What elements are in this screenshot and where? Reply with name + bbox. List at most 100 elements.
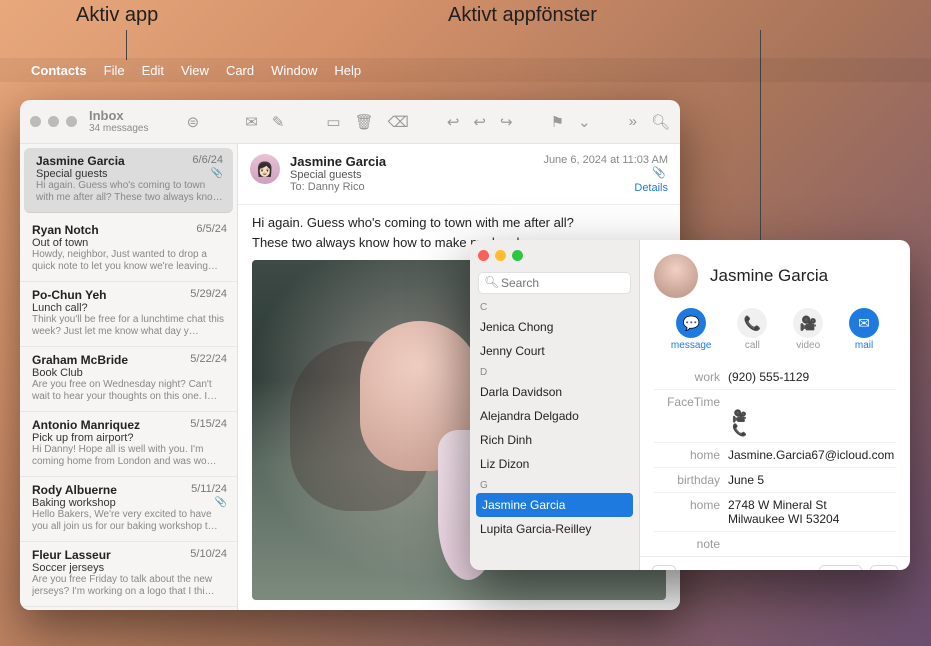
minimize-icon[interactable] bbox=[48, 116, 59, 127]
menubar-item-view[interactable]: View bbox=[181, 63, 209, 78]
msg-subject: Out of town bbox=[32, 237, 88, 249]
edit-button[interactable]: Edit bbox=[819, 565, 862, 570]
msg-date: 6/5/24 bbox=[196, 223, 227, 237]
contacts-list-item[interactable]: Lupita Garcia-Reilley bbox=[470, 517, 639, 541]
msg-preview: Think you'll be free for a lunchtime cha… bbox=[32, 314, 227, 338]
contacts-sidebar: 🔍︎ CJenica ChongJenny CourtDDarla Davids… bbox=[470, 240, 640, 570]
attachment-icon: 📎 bbox=[211, 168, 223, 180]
contacts-list-item[interactable]: Rich Dinh bbox=[470, 428, 639, 452]
menubar-item-file[interactable]: File bbox=[104, 63, 125, 78]
message-list-item[interactable]: Antonio Manriquez 5/15/24 Pick up from air… bbox=[20, 412, 237, 477]
minimize-icon[interactable] bbox=[495, 250, 506, 261]
message-list-item[interactable]: Jasmine Garcia6/6/24Special guests📎Hi ag… bbox=[24, 148, 233, 213]
contacts-list-item[interactable]: Jenica Chong bbox=[470, 315, 639, 339]
field-value-note[interactable] bbox=[728, 537, 896, 551]
mail-traffic-lights bbox=[30, 116, 77, 127]
field-label-home-email: home bbox=[654, 448, 728, 462]
phone-icon: 📞 bbox=[732, 423, 747, 437]
details-link[interactable]: Details bbox=[634, 182, 668, 194]
msg-date: 5/10/24 bbox=[190, 548, 227, 562]
filter-icon[interactable]: ⊜ bbox=[187, 113, 200, 131]
field-label-note: note bbox=[654, 537, 728, 551]
field-value-birthday: June 5 bbox=[728, 473, 896, 487]
mailbox-count: 34 messages bbox=[89, 123, 148, 134]
contact-fields: work (920) 555-1129 FaceTime 🎥 📞 home Ja… bbox=[640, 361, 910, 556]
msg-subject: Lunch call? bbox=[32, 302, 88, 314]
message-to-name: Danny Rico bbox=[308, 181, 365, 193]
compose-icon[interactable]: ✎ bbox=[272, 113, 285, 131]
more-icon[interactable]: » bbox=[629, 113, 637, 130]
action-call[interactable]: 📞 call bbox=[737, 308, 767, 351]
message-list-item[interactable]: Ryan Notch6/5/24Out of townHowdy, neighb… bbox=[20, 217, 237, 282]
zoom-icon[interactable] bbox=[512, 250, 523, 261]
flag-icon[interactable]: ⚑ bbox=[551, 113, 564, 131]
search-input[interactable] bbox=[478, 272, 631, 294]
envelope-icon[interactable]: ✉︎ bbox=[245, 113, 258, 131]
msg-date: 5/22/24 bbox=[190, 353, 227, 367]
msg-sender: Rody Albuerne bbox=[32, 483, 117, 497]
menubar-item-edit[interactable]: Edit bbox=[142, 63, 164, 78]
message-list[interactable]: Jasmine Garcia6/6/24Special guests📎Hi ag… bbox=[20, 144, 238, 610]
contact-detail: Jasmine Garcia 💬 message 📞 call 🎥 video … bbox=[640, 240, 910, 570]
message-list-item[interactable]: Graham McBride5/22/24Book ClubAre you fr… bbox=[20, 347, 237, 412]
menubar: Contacts File Edit View Card Window Help bbox=[0, 58, 931, 82]
field-value-home-address[interactable]: 2748 W Mineral St Milwaukee WI 53204 bbox=[728, 498, 896, 526]
msg-date: 5/15/24 bbox=[190, 418, 227, 432]
field-value-work-phone[interactable]: (920) 555-1129 bbox=[728, 370, 896, 384]
phone-icon: 📞 bbox=[744, 315, 761, 332]
reply-icon[interactable]: ↩︎ bbox=[447, 113, 460, 131]
contacts-list-item[interactable]: Alejandra Delgado bbox=[470, 404, 639, 428]
callout-active-app: Aktiv app bbox=[76, 4, 158, 27]
msg-subject: Soccer jerseys bbox=[32, 562, 104, 574]
menubar-item-window[interactable]: Window bbox=[271, 63, 317, 78]
junk-icon[interactable]: ⌫ bbox=[388, 113, 409, 131]
message-list-item[interactable]: Rody Albuerne5/11/24Baking workshop📎Hell… bbox=[20, 477, 237, 542]
add-button[interactable]: ＋ bbox=[652, 565, 676, 570]
search-icon[interactable]: 🔍︎ bbox=[651, 113, 670, 131]
field-label-work: work bbox=[654, 370, 728, 384]
msg-preview: Hi again. Guess who's coming to town wit… bbox=[36, 180, 223, 204]
contacts-list-item[interactable]: Jenny Court bbox=[470, 339, 639, 363]
trash-icon[interactable]: 🗑 bbox=[355, 113, 374, 131]
share-button[interactable]: ⇪ bbox=[870, 565, 898, 570]
contacts-list-item[interactable]: Jasmine Garcia bbox=[476, 493, 633, 517]
zoom-icon[interactable] bbox=[66, 116, 77, 127]
menubar-app-name[interactable]: Contacts bbox=[31, 63, 87, 78]
msg-sender: Antonio Manriquez bbox=[32, 418, 140, 432]
message-list-item[interactable]: Rigo Rangel5/8/24Fun memories📎 bbox=[20, 607, 237, 610]
action-message[interactable]: 💬 message bbox=[671, 308, 712, 351]
plus-icon: ＋ bbox=[658, 567, 670, 571]
contacts-section-header: G bbox=[470, 476, 639, 493]
reply-all-icon[interactable]: ↩︎ bbox=[473, 113, 486, 131]
contacts-list-item[interactable]: Liz Dizon bbox=[470, 452, 639, 476]
contacts-section-header: C bbox=[470, 298, 639, 315]
close-icon[interactable] bbox=[30, 116, 41, 127]
archive-icon[interactable]: ▭ bbox=[326, 113, 340, 131]
contacts-list-item[interactable]: Darla Davidson bbox=[470, 380, 639, 404]
menubar-item-help[interactable]: Help bbox=[334, 63, 361, 78]
msg-date: 5/11/24 bbox=[191, 483, 227, 497]
close-icon[interactable] bbox=[478, 250, 489, 261]
field-value-home-email[interactable]: Jasmine.Garcia67@icloud.com bbox=[728, 448, 896, 462]
msg-sender: Po-Chun Yeh bbox=[32, 288, 106, 302]
message-from: Jasmine Garcia bbox=[290, 154, 533, 169]
msg-subject: Special guests bbox=[36, 168, 108, 180]
chevron-down-icon[interactable]: ⌄ bbox=[578, 113, 591, 131]
menubar-item-card[interactable]: Card bbox=[226, 63, 254, 78]
msg-subject: Pick up from airport? bbox=[32, 432, 133, 444]
msg-subject: Book Club bbox=[32, 367, 83, 379]
forward-icon[interactable]: ↪︎ bbox=[500, 113, 513, 131]
contacts-list[interactable]: CJenica ChongJenny CourtDDarla DavidsonA… bbox=[470, 298, 639, 570]
message-line: Hi again. Guess who's coming to town wit… bbox=[252, 213, 666, 233]
msg-sender: Jasmine Garcia bbox=[36, 154, 125, 168]
message-list-item[interactable]: Fleur Lasseur5/10/24Soccer jerseysAre yo… bbox=[20, 542, 237, 607]
action-video[interactable]: 🎥 video bbox=[793, 308, 823, 351]
field-value-facetime[interactable]: 🎥 📞 bbox=[728, 395, 896, 437]
action-mail[interactable]: ✉︎ mail bbox=[849, 308, 879, 351]
message-datetime: June 6, 2024 at 11:03 AM bbox=[543, 154, 668, 166]
attachment-icon: 📎 bbox=[215, 497, 227, 509]
message-list-item[interactable]: Po-Chun Yeh5/29/24Lunch call?Think you'l… bbox=[20, 282, 237, 347]
contacts-window: 🔍︎ CJenica ChongJenny CourtDDarla Davids… bbox=[470, 240, 910, 570]
msg-preview: Hi Danny! Hope all is well with you. I'm… bbox=[32, 444, 227, 468]
contacts-section-header: D bbox=[470, 363, 639, 380]
